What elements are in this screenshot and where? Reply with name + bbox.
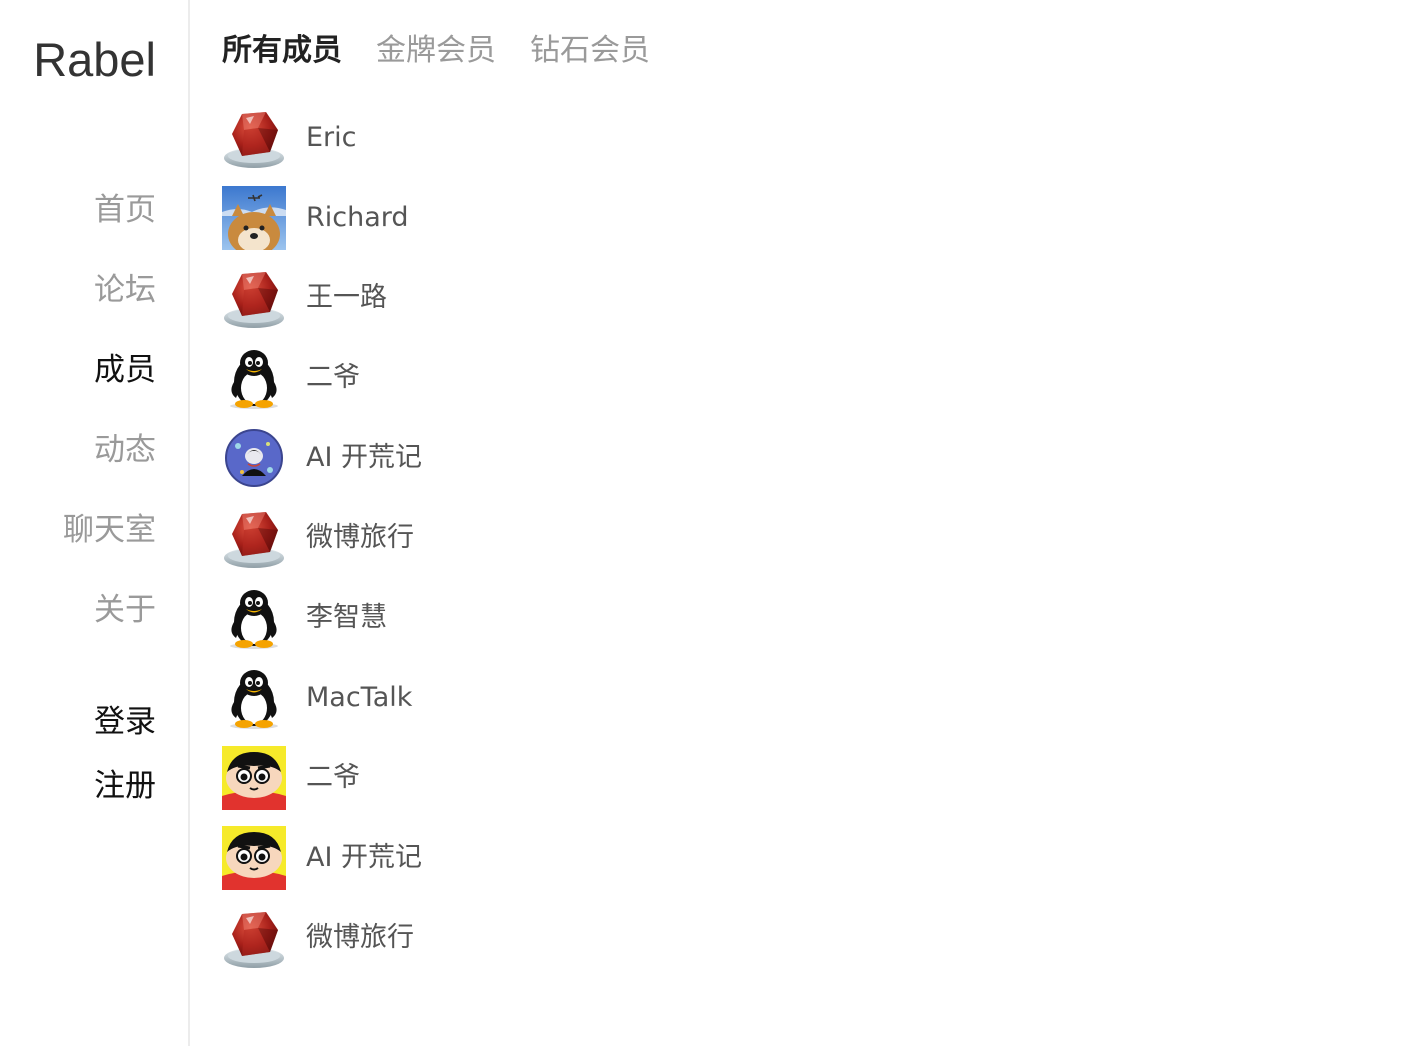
penguin-icon[interactable] [222,586,286,650]
app: Rabel 首页 论坛 成员 动态 聊天室 关于 登录 注册 所有成员 金牌会员… [0,0,1422,1046]
main-content: 所有成员 金牌会员 钻石会员 Eric Richard 王一路 二爷 AI 开荒… [222,0,1422,1046]
member-name[interactable]: 微博旅行 [306,918,414,958]
member-row[interactable]: 李智慧 [222,586,822,666]
member-avatar-photo[interactable] [222,426,286,490]
member-row[interactable]: Eric [222,106,822,186]
member-row[interactable]: 二爷 [222,746,822,826]
member-name[interactable]: MacTalk [306,678,412,718]
member-list: Eric Richard 王一路 二爷 AI 开荒记 微博旅行 李智慧 MacT… [222,106,822,986]
member-name[interactable]: AI 开荒记 [306,438,422,478]
nav-item-chatroom[interactable]: 聊天室 [63,510,156,550]
member-avatar-photo[interactable] [222,186,286,250]
ruby-gem-icon[interactable] [222,106,286,170]
member-row[interactable]: Richard [222,186,822,266]
ruby-gem-icon[interactable] [222,266,286,330]
member-name[interactable]: Richard [306,198,409,238]
nav-item-home[interactable]: 首页 [94,190,156,230]
cartoon-boy-icon[interactable] [222,746,286,810]
tab-gold-members[interactable]: 金牌会员 [376,30,496,74]
member-row[interactable]: 微博旅行 [222,906,822,986]
member-name[interactable]: 二爷 [306,758,360,798]
member-row[interactable]: 二爷 [222,346,822,426]
member-row[interactable]: AI 开荒记 [222,826,822,906]
nav-item-forum[interactable]: 论坛 [94,270,156,310]
nav-item-about[interactable]: 关于 [94,590,156,630]
member-row[interactable]: 王一路 [222,266,822,346]
member-name[interactable]: 微博旅行 [306,518,414,558]
ruby-gem-icon[interactable] [222,506,286,570]
member-name[interactable]: AI 开荒记 [306,838,422,878]
penguin-icon[interactable] [222,346,286,410]
member-row[interactable]: 微博旅行 [222,506,822,586]
member-row[interactable]: AI 开荒记 [222,426,822,506]
member-name[interactable]: Eric [306,118,357,158]
ruby-gem-icon[interactable] [222,906,286,970]
member-tabs: 所有成员 金牌会员 钻石会员 [222,30,684,74]
login-link[interactable]: 登录 [94,702,156,742]
tab-diamond-members[interactable]: 钻石会员 [530,30,650,74]
member-name[interactable]: 二爷 [306,358,360,398]
member-row[interactable]: MacTalk [222,666,822,746]
member-name[interactable]: 李智慧 [306,598,387,638]
brand-logo[interactable]: Rabel [33,30,156,90]
member-name[interactable]: 王一路 [306,278,387,318]
sidebar: Rabel 首页 论坛 成员 动态 聊天室 关于 登录 注册 [0,0,190,1046]
nav-item-activity[interactable]: 动态 [94,430,156,470]
penguin-icon[interactable] [222,666,286,730]
cartoon-boy-icon[interactable] [222,826,286,890]
nav-item-members[interactable]: 成员 [94,350,156,390]
tab-all-members[interactable]: 所有成员 [222,30,342,74]
register-link[interactable]: 注册 [94,766,156,806]
